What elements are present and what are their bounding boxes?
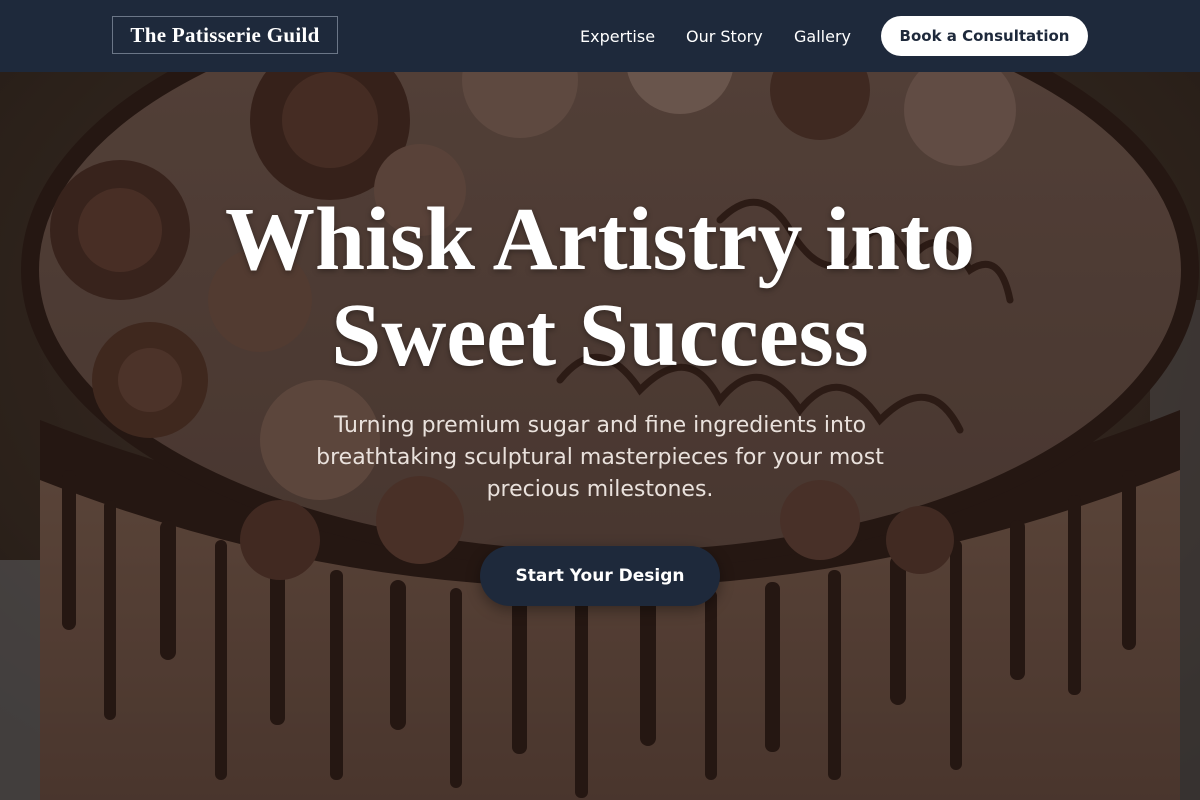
nav-link-gallery[interactable]: Gallery [794, 0, 851, 72]
brand-logo[interactable]: The Patisserie Guild [112, 16, 338, 54]
book-consultation-button[interactable]: Book a Consultation [881, 16, 1088, 56]
hero-title: Whisk Artistry into Sweet Success [100, 192, 1100, 384]
hero-title-line-2: Sweet Success [331, 286, 869, 385]
site-header: The Patisserie Guild Expertise Our Story… [0, 0, 1200, 72]
start-design-button[interactable]: Start Your Design [480, 546, 720, 606]
nav-link-our-story[interactable]: Our Story [686, 0, 763, 72]
nav-link-expertise[interactable]: Expertise [580, 0, 655, 72]
hero-subtitle: Turning premium sugar and fine ingredien… [316, 413, 884, 502]
hero-background-image [0, 0, 1200, 800]
hero-title-line-1: Whisk Artistry into [224, 190, 976, 289]
